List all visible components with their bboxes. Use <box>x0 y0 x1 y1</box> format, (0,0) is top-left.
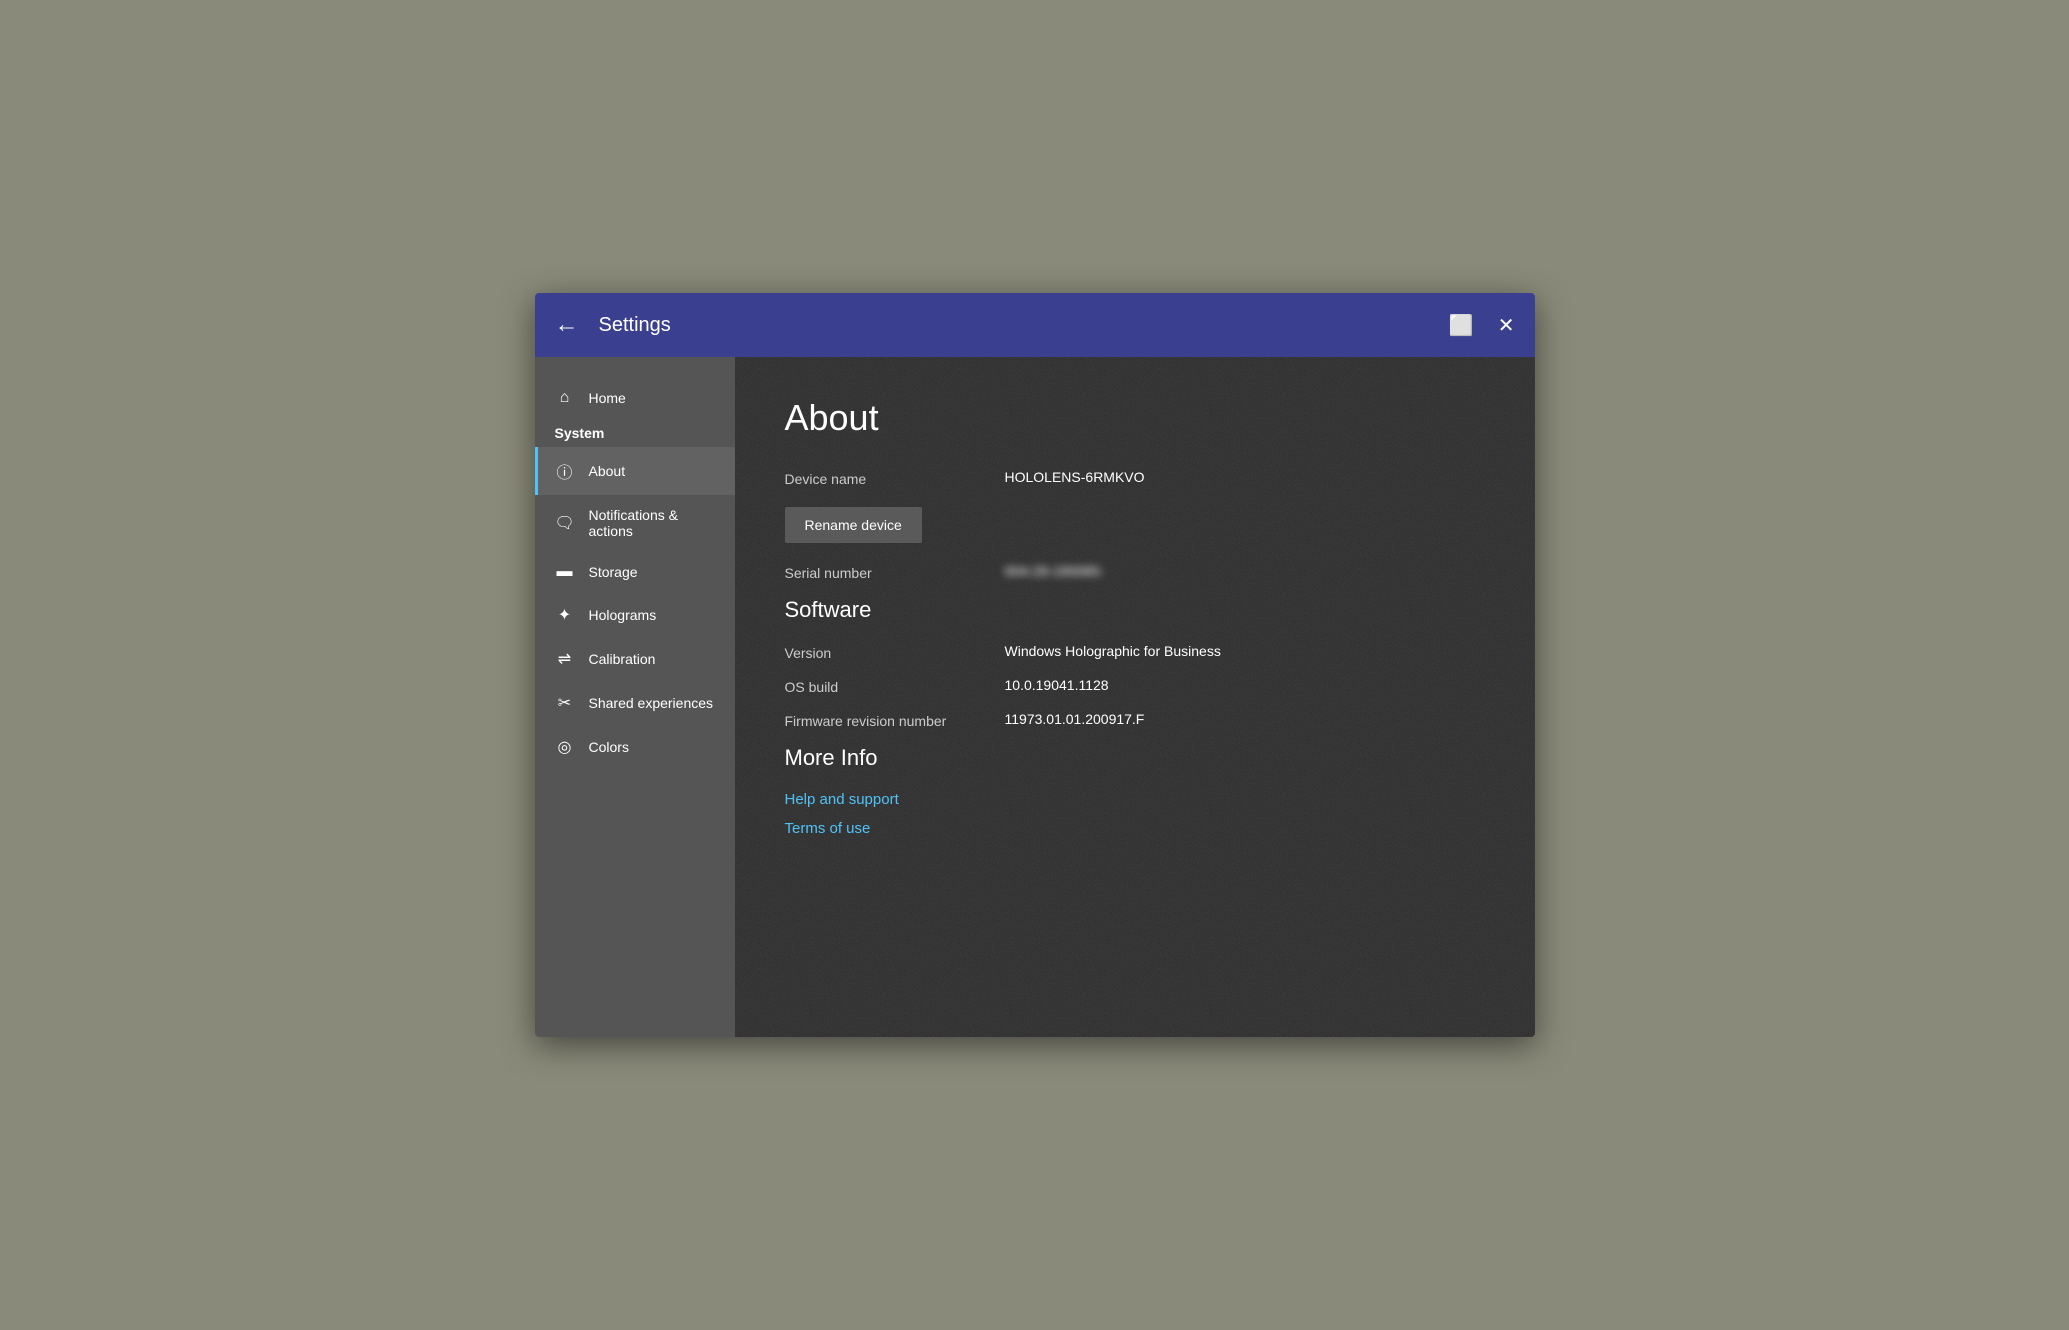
sidebar-item-about[interactable]: ⓘ About <box>535 447 735 495</box>
sidebar-item-home-label: Home <box>589 390 626 406</box>
firmware-row: Firmware revision number 11973.01.01.200… <box>785 711 1485 729</box>
version-value: Windows Holographic for Business <box>1005 643 1221 659</box>
serial-number-row: Serial number 004-29-190065- <box>785 563 1485 581</box>
back-button[interactable]: ← <box>555 313 579 337</box>
sidebar-item-home[interactable]: ⌂ Home <box>535 377 735 419</box>
sidebar-system-header: System <box>535 419 735 447</box>
sidebar-item-calibration[interactable]: ⇌ Calibration <box>535 637 735 681</box>
sidebar-item-notifications-label: Notifications & actions <box>589 507 715 539</box>
system-label: System <box>555 425 605 441</box>
titlebar-title: Settings <box>599 314 671 337</box>
page-title: About <box>785 397 1485 439</box>
content-panel: About Device name HOLOLENS-6RMKVO Rename… <box>735 357 1535 1037</box>
serial-number-label: Serial number <box>785 563 1005 581</box>
os-build-value: 10.0.19041.1128 <box>1005 677 1109 693</box>
sidebar-item-colors-label: Colors <box>589 739 629 755</box>
window-restore-icon[interactable]: ⬜ <box>1449 313 1474 338</box>
titlebar: ← Settings ⬜ ✕ <box>535 293 1535 357</box>
sidebar-item-holograms[interactable]: ✦ Holograms <box>535 593 735 637</box>
sidebar-item-storage-label: Storage <box>589 564 638 580</box>
terms-of-use-link[interactable]: Terms of use <box>785 820 1485 837</box>
sidebar: ⌂ Home System ⓘ About 🗨 Notifications & … <box>535 357 735 1037</box>
holograms-icon: ✦ <box>555 605 575 625</box>
shared-icon: ✂ <box>555 693 575 713</box>
close-icon[interactable]: ✕ <box>1498 313 1515 338</box>
sidebar-item-storage[interactable]: ▬ Storage <box>535 551 735 593</box>
titlebar-left: ← Settings <box>555 313 671 337</box>
calibration-icon: ⇌ <box>555 649 575 669</box>
sidebar-item-shared[interactable]: ✂ Shared experiences <box>535 681 735 725</box>
settings-window: ← Settings ⬜ ✕ ⌂ Home System ⓘ About 🗨 <box>535 293 1535 1037</box>
sidebar-item-colors[interactable]: ◎ Colors <box>535 725 735 769</box>
rename-device-button[interactable]: Rename device <box>785 507 922 543</box>
help-support-link[interactable]: Help and support <box>785 791 1485 808</box>
serial-number-value: 004-29-190065- <box>1005 563 1105 579</box>
software-section-title: Software <box>785 597 1485 623</box>
os-build-label: OS build <box>785 677 1005 695</box>
home-icon: ⌂ <box>555 389 575 407</box>
device-name-row: Device name HOLOLENS-6RMKVO <box>785 469 1485 487</box>
titlebar-actions: ⬜ ✕ <box>1449 313 1515 338</box>
firmware-value: 11973.01.01.200917.F <box>1005 711 1145 727</box>
sidebar-item-calibration-label: Calibration <box>589 651 656 667</box>
os-build-row: OS build 10.0.19041.1128 <box>785 677 1485 695</box>
main-layout: ⌂ Home System ⓘ About 🗨 Notifications & … <box>535 357 1535 1037</box>
notifications-icon: 🗨 <box>555 513 575 533</box>
device-name-value: HOLOLENS-6RMKVO <box>1005 469 1145 485</box>
info-icon: ⓘ <box>555 459 575 483</box>
sidebar-item-notifications[interactable]: 🗨 Notifications & actions <box>535 495 735 551</box>
version-label: Version <box>785 643 1005 661</box>
device-name-label: Device name <box>785 469 1005 487</box>
firmware-label: Firmware revision number <box>785 711 1005 729</box>
sidebar-item-about-label: About <box>589 463 626 479</box>
storage-icon: ▬ <box>555 563 575 581</box>
colors-icon: ◎ <box>555 737 575 757</box>
version-row: Version Windows Holographic for Business <box>785 643 1485 661</box>
sidebar-item-holograms-label: Holograms <box>589 607 657 623</box>
sidebar-item-shared-label: Shared experiences <box>589 695 714 711</box>
more-info-section-title: More Info <box>785 745 1485 771</box>
